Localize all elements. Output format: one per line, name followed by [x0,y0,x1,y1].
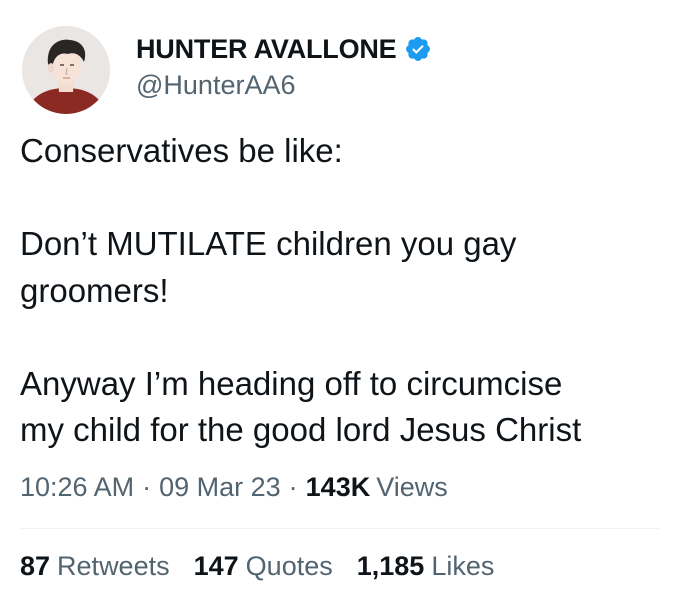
quotes-label: Quotes [245,551,333,581]
quotes-count: 147 [193,551,239,581]
retweets-stat[interactable]: 87 Retweets [20,551,170,582]
tweet-card: HUNTER AVALLONE @HunterAA6 Conservatives… [0,0,680,607]
likes-label: Likes [431,551,495,581]
tweet-line: groomers! [20,271,169,309]
verified-badge-icon[interactable] [404,35,432,63]
author-display-name[interactable]: HUNTER AVALLONE [136,34,397,65]
tweet-time[interactable]: 10:26 AM [20,472,134,503]
avatar-illustration-icon [22,26,110,114]
tweet-text: Conservatives be like: Don’t MUTILATE ch… [20,128,670,454]
tweet-line: Don’t MUTILATE children you gay [20,225,517,262]
likes-count: 1,185 [356,551,425,581]
tweet-line: Anyway I’m heading off to circumcise [20,364,563,402]
quotes-stat[interactable]: 147 Quotes [194,551,333,582]
meta-separator: · [142,472,152,502]
author-name-row[interactable]: HUNTER AVALLONE [136,31,432,67]
tweet-stats: 87 Retweets 147 Quotes 1,185 Likes [20,551,518,582]
tweet-line: my child for the good lord Jesus Christ [20,411,582,448]
retweets-count: 87 [20,551,51,581]
tweet-meta: 10:26 AM · 09 Mar 23 · 143K Views [20,472,448,503]
tweet-line: Conservatives be like: [20,132,343,169]
views-count[interactable]: 143K [306,472,371,503]
views-label[interactable]: Views [376,472,448,503]
tweet-date[interactable]: 09 Mar 23 [159,472,281,503]
author-handle[interactable]: @HunterAA6 [136,70,295,101]
retweets-label: Retweets [57,551,170,581]
divider [20,528,660,529]
likes-stat[interactable]: 1,185 Likes [357,551,495,582]
user-avatar[interactable] [22,26,110,114]
meta-separator: · [288,472,298,502]
